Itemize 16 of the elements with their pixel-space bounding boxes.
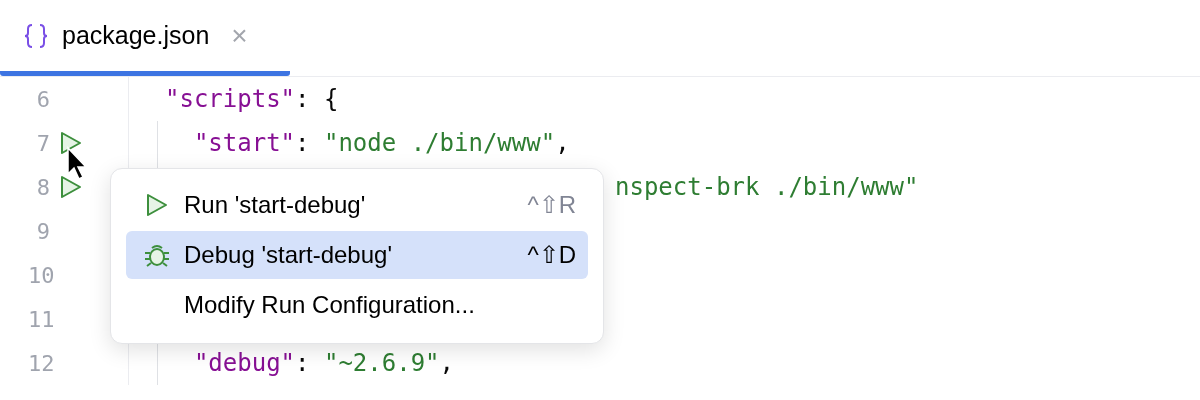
line-number: 9 [35, 218, 50, 244]
run-icon[interactable] [144, 192, 170, 218]
code-line: nspect-brk ./bin/www" [615, 173, 919, 201]
line-number: 6 [35, 86, 50, 112]
code-line: "start": "node ./bin/www", [192, 129, 570, 157]
tab-label: package.json [62, 21, 210, 50]
code-line: "scripts": { [165, 85, 339, 113]
json-braces-icon [24, 22, 48, 49]
menu-item[interactable]: Run 'start-debug' ^⇧R [126, 181, 588, 229]
line-number: 7 [35, 130, 50, 156]
code-line: "debug": "~2.6.9", [192, 349, 454, 377]
file-tab[interactable]: package.json × [0, 0, 290, 76]
menu-item[interactable]: Modify Run Configuration... [126, 281, 588, 329]
run-gutter-icon[interactable] [58, 130, 84, 156]
menu-item[interactable]: Debug 'start-debug' ^⇧D [126, 231, 588, 279]
line-number: 8 [35, 174, 50, 200]
